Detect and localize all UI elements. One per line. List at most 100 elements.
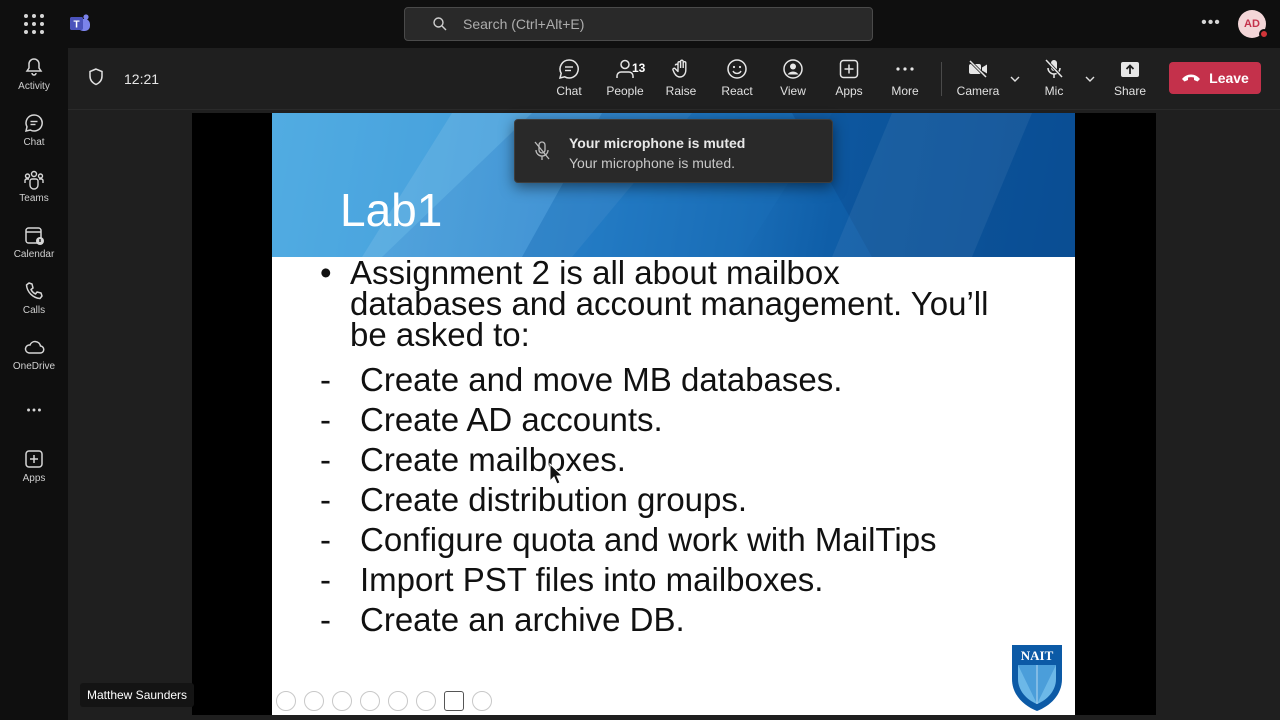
meeting-stage: Lab1 • Assignment 2 is all about mailbox… xyxy=(68,110,1280,720)
plus-square-icon xyxy=(839,59,859,79)
shield-icon[interactable] xyxy=(88,68,104,86)
rail-item-apps[interactable]: Apps xyxy=(0,448,68,498)
next-slide-icon[interactable] xyxy=(304,691,324,711)
rail-item-chat[interactable]: Chat xyxy=(0,112,68,162)
nait-logo: NAIT xyxy=(1012,645,1062,711)
rail-item-activity[interactable]: Activity xyxy=(0,56,68,106)
mic-muted-toast: Your microphone is muted Your microphone… xyxy=(514,119,833,183)
top-bar: T ••• AD xyxy=(0,0,1280,48)
presenter-name-tag: Matthew Saunders xyxy=(80,683,195,707)
subtitles-icon[interactable] xyxy=(416,691,436,711)
more-options-icon[interactable]: ••• xyxy=(1200,12,1222,34)
mic-off-icon xyxy=(534,141,550,160)
leave-label: Leave xyxy=(1209,70,1249,86)
rail-item-label: Calls xyxy=(22,305,46,316)
raise-label: Raise xyxy=(665,84,697,98)
slideshow-toolbar xyxy=(276,691,492,711)
mic-off-icon xyxy=(1044,58,1064,79)
pen-icon[interactable] xyxy=(332,691,352,711)
rail-item-label: Teams xyxy=(19,193,49,204)
rail-item-label: Apps xyxy=(22,473,46,484)
plus-square-icon xyxy=(25,450,43,468)
share-icon xyxy=(1121,62,1139,77)
smiley-icon xyxy=(727,59,747,79)
toast-title: Your microphone is muted xyxy=(569,135,746,151)
calendar-icon xyxy=(25,227,44,245)
teams-logo-icon: T xyxy=(70,14,90,31)
mic-button[interactable]: Mic xyxy=(1026,58,1082,104)
share-button[interactable]: Share xyxy=(1102,58,1158,104)
phone-icon xyxy=(25,282,43,300)
search-input[interactable] xyxy=(463,16,843,32)
toolbar-divider xyxy=(941,62,942,96)
chat-icon xyxy=(558,59,579,80)
camera-off-icon xyxy=(968,59,988,79)
search-box[interactable] xyxy=(404,7,873,41)
bullet-mark: • xyxy=(320,254,332,291)
rail-item-label: Calendar xyxy=(13,249,55,260)
slides-icon[interactable] xyxy=(360,691,380,711)
leave-button[interactable]: Leave xyxy=(1169,62,1261,94)
bullet-text: Assignment 2 is all about mailbox databa… xyxy=(350,254,989,353)
list-item: - Create distribution groups. xyxy=(320,481,748,518)
list-item: - Import PST files into mailboxes. xyxy=(320,561,824,598)
list-item: - Create mailboxes. xyxy=(320,441,626,478)
app-rail: Activity Chat Teams Calendar Calls OneDr… xyxy=(0,48,68,720)
chevron-down-icon[interactable] xyxy=(1083,72,1097,86)
people-label: People xyxy=(606,84,644,98)
rail-item-label: Activity xyxy=(18,81,50,92)
apps-label: Apps xyxy=(835,84,863,98)
more-dots-icon xyxy=(896,67,914,71)
presentation-slide: Lab1 • Assignment 2 is all about mailbox… xyxy=(272,113,1075,715)
toast-message: Your microphone is muted. xyxy=(569,155,736,171)
rail-item-label: Chat xyxy=(23,137,45,148)
search-icon xyxy=(433,17,447,31)
rail-item-teams[interactable]: Teams xyxy=(0,168,68,218)
bell-icon xyxy=(25,58,43,76)
more-button[interactable]: More xyxy=(877,58,933,104)
status-dot-icon xyxy=(1259,29,1269,39)
chat-label: Chat xyxy=(556,84,582,98)
rail-item-onedrive[interactable]: OneDrive xyxy=(0,336,68,386)
apps-button[interactable]: Apps xyxy=(821,58,877,104)
avatar-initials: AD xyxy=(1244,18,1260,30)
rail-item-calls[interactable]: Calls xyxy=(0,280,68,330)
mouse-cursor-icon xyxy=(549,463,563,485)
more-label: More xyxy=(891,84,919,98)
rail-item-label: OneDrive xyxy=(12,361,56,372)
chat-icon xyxy=(24,114,43,133)
camera-toggle-icon[interactable] xyxy=(444,691,464,711)
teams-icon xyxy=(24,170,44,190)
slide-title: Lab1 xyxy=(340,184,443,236)
avatar[interactable]: AD xyxy=(1238,10,1269,39)
meeting-timer: 12:21 xyxy=(124,71,160,87)
list-item: - Create and move MB databases. xyxy=(320,361,843,398)
chevron-down-icon[interactable] xyxy=(1008,72,1022,86)
nait-logo-text: NAIT xyxy=(1021,648,1054,663)
more-options-icon[interactable] xyxy=(472,691,492,711)
people-button[interactable]: 13 People xyxy=(597,58,653,104)
view-label: View xyxy=(780,84,806,98)
share-label: Share xyxy=(1113,84,1147,98)
camera-label: Camera xyxy=(956,84,1000,98)
svg-text:T: T xyxy=(73,20,79,31)
meeting-control-bar: 12:21 Chat 13 People Raise React View Ap… xyxy=(68,48,1280,110)
list-item: - Configure quota and work with MailTips xyxy=(320,521,937,558)
react-button[interactable]: React xyxy=(709,58,765,104)
rail-item-calendar[interactable]: Calendar xyxy=(0,224,68,274)
rail-more-button[interactable] xyxy=(0,400,68,420)
list-item: - Create AD accounts. xyxy=(320,401,663,438)
more-dots-icon xyxy=(27,408,41,412)
app-launcher-icon[interactable] xyxy=(24,14,44,34)
view-button[interactable]: View xyxy=(765,58,821,104)
shared-screen: Lab1 • Assignment 2 is all about mailbox… xyxy=(192,113,1156,715)
camera-button[interactable]: Camera xyxy=(950,58,1006,104)
hang-up-icon xyxy=(1182,74,1201,82)
view-icon xyxy=(783,59,803,79)
zoom-icon[interactable] xyxy=(388,691,408,711)
react-label: React xyxy=(721,84,753,98)
people-count-badge: 13 xyxy=(632,61,646,75)
chat-button[interactable]: Chat xyxy=(541,58,597,104)
previous-slide-icon[interactable] xyxy=(276,691,296,711)
raise-hand-button[interactable]: Raise xyxy=(653,58,709,104)
